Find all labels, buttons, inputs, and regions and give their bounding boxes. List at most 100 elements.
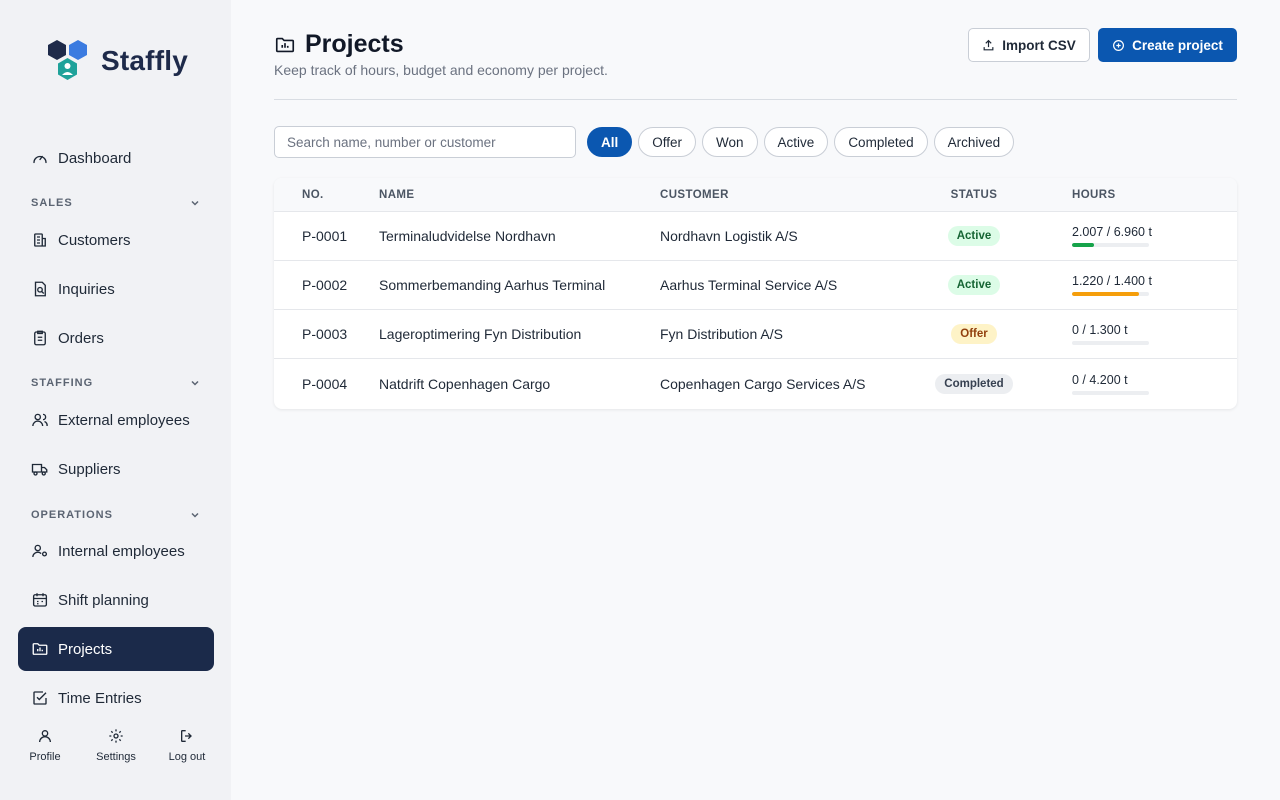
- status-badge: Completed: [935, 374, 1013, 394]
- project-number: P-0002: [302, 277, 348, 293]
- project-name: Lageroptimering Fyn Distribution: [379, 326, 582, 342]
- hours-value: 1.220 / 1.400 t: [1072, 274, 1152, 288]
- sidebar-item-label: Inquiries: [58, 280, 115, 298]
- status-badge: Active: [947, 226, 1001, 246]
- sidebar-item-time-entries[interactable]: Time Entries: [18, 676, 214, 720]
- status-cell: Active: [899, 275, 1049, 295]
- filter-chip-active[interactable]: Active: [763, 127, 829, 157]
- checkbox-icon: [33, 691, 47, 705]
- project-customer: Fyn Distribution A/S: [660, 326, 783, 342]
- chevron-down-icon: [191, 380, 199, 386]
- sidebar-item-external-employees[interactable]: External employees: [18, 398, 214, 442]
- hours-progress-bar: [1072, 292, 1149, 296]
- sidebar-bottom-actions: Profile Settings Log out: [18, 725, 214, 763]
- plus-circle-icon: [1113, 39, 1125, 51]
- create-project-label: Create project: [1132, 37, 1223, 53]
- sidebar-item-orders[interactable]: Orders: [18, 316, 214, 360]
- search-input[interactable]: [274, 126, 576, 158]
- sidebar-item-internal-employees[interactable]: Internal employees: [18, 529, 214, 573]
- create-project-button[interactable]: Create project: [1098, 28, 1237, 62]
- status-cell: Offer: [899, 324, 1049, 344]
- section-sales[interactable]: SALES: [31, 197, 201, 209]
- section-label: STAFFING: [31, 377, 94, 389]
- hours-progress-fill: [1072, 243, 1095, 247]
- sidebar-item-label: Dashboard: [58, 149, 132, 167]
- project-name: Sommerbemanding Aarhus Terminal: [379, 277, 606, 293]
- sidebar-item-label: Internal employees: [58, 542, 185, 560]
- sidebar-item-label: External employees: [58, 411, 190, 429]
- chevron-down-icon: [191, 512, 199, 518]
- project-name: Natdrift Copenhagen Cargo: [379, 376, 551, 392]
- hours-cell: 1.220 / 1.400 t: [1049, 274, 1237, 296]
- hours-cell: 2.007 / 6.960 t: [1049, 225, 1237, 247]
- app-logo[interactable]: Staffly: [45, 38, 188, 84]
- filter-chip-won[interactable]: Won: [702, 127, 758, 157]
- sidebar-item-label: Shift planning: [58, 591, 149, 609]
- filter-chip-completed[interactable]: Completed: [834, 127, 928, 157]
- app-name: Staffly: [101, 45, 188, 76]
- user-gear-icon: [32, 544, 48, 558]
- upload-icon: [983, 39, 994, 50]
- column-header-no[interactable]: NO.: [274, 189, 379, 201]
- page-header: Projects: [274, 30, 404, 59]
- project-customer: Aarhus Terminal Service A/S: [660, 277, 838, 293]
- sidebar-item-projects[interactable]: Projects: [18, 627, 214, 671]
- project-name: Terminaludvidelse Nordhavn: [379, 228, 556, 244]
- import-csv-button[interactable]: Import CSV: [968, 28, 1090, 62]
- settings-button[interactable]: Settings: [89, 725, 143, 763]
- logout-button[interactable]: Log out: [160, 725, 214, 763]
- hours-progress-bar: [1072, 391, 1149, 395]
- status-badge: Active: [947, 275, 1001, 295]
- table-row[interactable]: P-0001 Terminaludvidelse Nordhavn Nordhavn…: [274, 212, 1237, 261]
- document-search-icon: [34, 281, 46, 297]
- hours-progress-bar: [1072, 243, 1149, 247]
- projects-table: NO. NAME CUSTOMER STATUS HOURS P-0001 Ter…: [274, 178, 1237, 409]
- table-header: NO. NAME CUSTOMER STATUS HOURS: [274, 178, 1237, 212]
- project-number: P-0001: [302, 228, 348, 244]
- column-header-hours[interactable]: HOURS: [1049, 189, 1237, 201]
- sidebar-item-customers[interactable]: Customers: [18, 218, 214, 262]
- filter-chip-offer[interactable]: Offer: [638, 127, 697, 157]
- sidebar-item-dashboard[interactable]: Dashboard: [18, 136, 214, 180]
- staffly-logo-icon: [48, 40, 87, 80]
- project-number: P-0003: [302, 326, 348, 342]
- hours-progress-fill: [1072, 292, 1139, 296]
- sidebar: Staffly Dashboard SALES Customers Inquir…: [0, 0, 231, 800]
- table-row[interactable]: P-0002 Sommerbemanding Aarhus Terminal Aar…: [274, 261, 1237, 310]
- project-customer: Copenhagen Cargo Services A/S: [660, 376, 866, 392]
- sidebar-item-label: Customers: [58, 231, 131, 249]
- hours-cell: 0 / 4.200 t: [1049, 373, 1237, 395]
- sidebar-item-label: Suppliers: [58, 460, 121, 478]
- table-row[interactable]: P-0003 Lageroptimering Fyn Distribution Fy…: [274, 310, 1237, 359]
- profile-label: Profile: [29, 751, 61, 763]
- import-csv-label: Import CSV: [1002, 37, 1076, 53]
- gear-icon: [109, 729, 123, 743]
- project-number: P-0004: [302, 376, 348, 392]
- profile-button[interactable]: Profile: [18, 725, 72, 763]
- table-row[interactable]: P-0004 Natdrift Copenhagen Cargo Copenhage…: [274, 359, 1237, 409]
- status-cell: Active: [899, 226, 1049, 246]
- section-staffing[interactable]: STAFFING: [31, 377, 201, 389]
- filter-chip-all[interactable]: All: [587, 127, 633, 157]
- clipboard-icon: [34, 330, 46, 346]
- truck-icon: [31, 463, 48, 476]
- sidebar-item-label: Orders: [58, 329, 104, 347]
- status-badge: Offer: [951, 324, 997, 344]
- building-icon: [34, 233, 46, 247]
- sidebar-item-shift-planning[interactable]: Shift planning: [18, 578, 214, 622]
- column-header-customer[interactable]: CUSTOMER: [660, 189, 899, 201]
- section-operations[interactable]: OPERATIONS: [31, 509, 201, 521]
- hours-value: 0 / 1.300 t: [1072, 323, 1128, 337]
- sidebar-item-label: Projects: [58, 640, 113, 658]
- folder-chart-icon: [32, 643, 48, 655]
- column-header-name[interactable]: NAME: [379, 189, 660, 201]
- section-label: SALES: [31, 197, 73, 209]
- sidebar-item-inquiries[interactable]: Inquiries: [18, 267, 214, 311]
- column-header-status[interactable]: STATUS: [899, 189, 1049, 201]
- folder-chart-icon: [275, 37, 295, 52]
- logout-label: Log out: [168, 751, 206, 763]
- calendar-icon: [32, 593, 48, 607]
- sidebar-item-suppliers[interactable]: Suppliers: [18, 447, 214, 491]
- header-divider: [274, 99, 1237, 100]
- filter-chip-archived[interactable]: Archived: [933, 127, 1015, 157]
